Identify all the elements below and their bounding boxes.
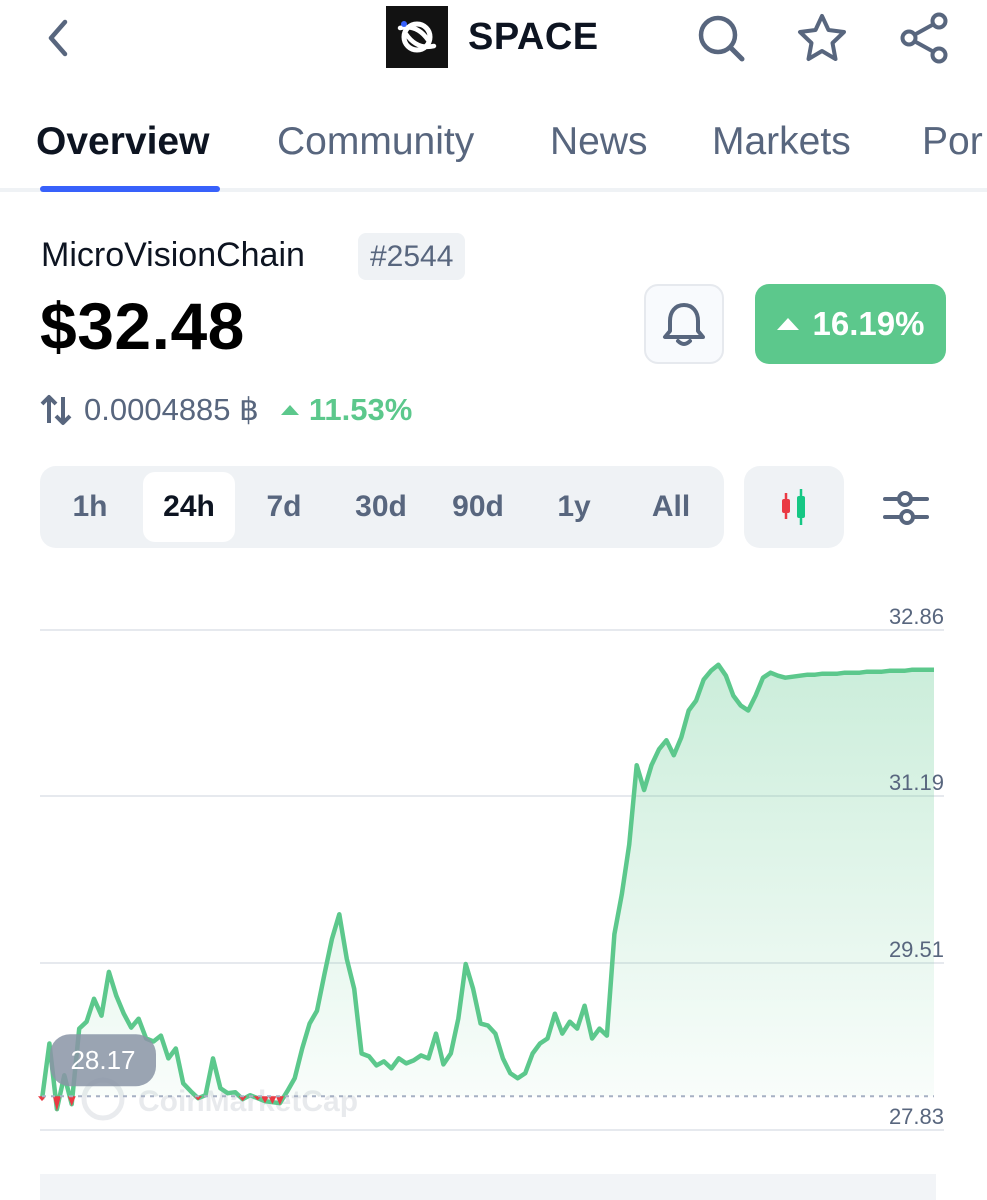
sliders-icon: [883, 491, 929, 525]
top-bar: SPACE: [0, 0, 987, 80]
up-triangle-icon: [776, 318, 799, 330]
back-icon: [48, 19, 68, 57]
swap-arrows-icon: [40, 393, 72, 427]
price-chart[interactable]: CoinMarketCap 28.17 32.86 31.19 29.51 27.83: [0, 590, 987, 1200]
range-90d[interactable]: 90d: [433, 472, 523, 542]
coin-logo-icon: [386, 6, 448, 68]
range-30d[interactable]: 30d: [336, 472, 426, 542]
price-change-badge: 16.19%: [755, 284, 946, 364]
y-tick-label: 29.51: [889, 937, 944, 962]
coin-price: $32.48: [40, 289, 245, 363]
range-24h[interactable]: 24h: [143, 472, 235, 542]
share-icon: [900, 12, 948, 64]
price-area-fill: [42, 664, 934, 1110]
btc-price: 0.0004885 ฿: [84, 392, 259, 427]
star-icon: [798, 14, 846, 61]
tab-portfolio[interactable]: Por: [922, 120, 983, 164]
back-button[interactable]: [36, 14, 80, 62]
tab-overview[interactable]: Overview: [36, 120, 209, 164]
watchlist-star-button[interactable]: [794, 10, 850, 66]
range-all[interactable]: All: [626, 472, 716, 542]
search-icon: [698, 15, 745, 62]
btc-change-badge: 11.53%: [280, 392, 413, 428]
y-tick-label: 31.19: [889, 770, 944, 795]
share-button[interactable]: [896, 10, 952, 66]
range-1y[interactable]: 1y: [530, 472, 618, 542]
range-7d[interactable]: 7d: [240, 472, 328, 542]
time-range-selector: 1h 24h 7d 30d 90d 1y All: [40, 466, 724, 548]
bell-icon: [663, 303, 705, 346]
btc-price-row: 0.0004885 ฿ 11.53%: [40, 390, 412, 430]
candlestick-icon: [782, 489, 805, 525]
coin-brand: SPACE: [386, 6, 599, 68]
baseline-price-badge: 28.17: [50, 1034, 156, 1087]
coin-name: MicroVisionChain: [41, 236, 305, 274]
page-title: SPACE: [468, 15, 599, 58]
price-alert-button[interactable]: [644, 284, 724, 364]
tab-bar: Overview Community News Markets Por: [0, 104, 987, 192]
tab-community[interactable]: Community: [277, 120, 474, 164]
active-tab-indicator: [40, 186, 220, 192]
range-1h[interactable]: 1h: [46, 472, 134, 542]
tab-markets[interactable]: Markets: [712, 120, 851, 164]
btc-change-value: 11.53%: [308, 392, 413, 427]
rank-badge: #2544: [358, 233, 466, 280]
y-tick-label: 32.86: [889, 604, 944, 629]
volume-strip: [40, 1174, 936, 1200]
tab-news[interactable]: News: [550, 120, 648, 164]
up-triangle-icon: [280, 405, 299, 415]
price-chart-svg: CoinMarketCap 28.17 32.8631.1929.5127.83: [38, 604, 944, 1200]
chart-settings-button[interactable]: [868, 478, 944, 538]
y-tick-label: 27.83: [889, 1104, 944, 1129]
candlestick-toggle-button[interactable]: [744, 466, 844, 548]
baseline-price-label: 28.17: [70, 1045, 135, 1075]
search-button[interactable]: [693, 10, 749, 66]
price-change-value: 16.19%: [812, 305, 925, 342]
